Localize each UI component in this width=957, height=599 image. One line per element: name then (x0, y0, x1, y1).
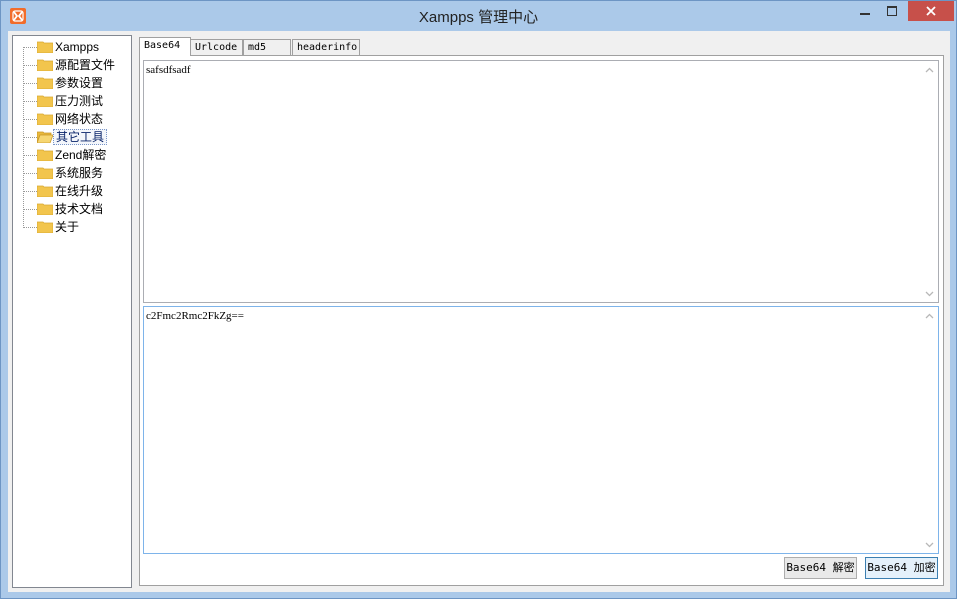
scroll-up-icon[interactable] (921, 61, 938, 78)
minimize-icon (860, 13, 870, 15)
folder-icon (37, 221, 53, 233)
tree-item-source-config[interactable]: 源配置文件 (23, 57, 131, 73)
output-textarea[interactable]: c2Fmc2Rmc2FkZg== (143, 306, 939, 554)
title-bar[interactable]: Xampps 管理中心 (1, 1, 956, 31)
tree-item-label: Zend解密 (55, 148, 107, 162)
maximize-button[interactable] (879, 1, 905, 21)
output-text: c2Fmc2Rmc2FkZg== (146, 310, 244, 322)
tree-connector (23, 137, 37, 138)
window-title: Xampps 管理中心 (418, 9, 539, 26)
tree-item-about[interactable]: 关于 (23, 219, 131, 235)
folder-open-icon (37, 131, 53, 143)
folder-icon (37, 77, 53, 89)
close-icon (926, 6, 936, 16)
tree-connector (23, 83, 37, 84)
base64-encode-button[interactable]: Base64 加密 (865, 557, 938, 579)
input-text: safsdfsadf (146, 64, 191, 76)
maximize-icon (887, 6, 897, 16)
folder-icon (37, 41, 53, 53)
tree-item-label: Xampps (55, 40, 100, 54)
tab-md5[interactable]: md5 (243, 39, 291, 55)
tree-item-label: 源配置文件 (55, 58, 116, 72)
output-scrollbar[interactable] (921, 307, 938, 553)
tree-connector (23, 209, 37, 210)
tree-item-online-upgrade[interactable]: 在线升级 (23, 183, 131, 199)
tree-item-tech-docs[interactable]: 技术文档 (23, 201, 131, 217)
folder-icon (37, 167, 53, 179)
minimize-button[interactable] (851, 1, 879, 21)
tree-item-xampps[interactable]: Xampps (23, 39, 131, 55)
close-button[interactable] (908, 1, 954, 21)
folder-icon (37, 185, 53, 197)
tree-item-other-tools[interactable]: 其它工具 (23, 129, 131, 145)
tree-connector (23, 191, 37, 192)
folder-icon (37, 149, 53, 161)
input-scrollbar[interactable] (921, 61, 938, 302)
tree-item-label: 其它工具 (53, 129, 108, 145)
folder-icon (37, 203, 53, 215)
folder-icon (37, 113, 53, 125)
tree-item-parameters[interactable]: 参数设置 (23, 75, 131, 91)
scroll-down-icon[interactable] (921, 285, 938, 302)
tree-connector (23, 173, 37, 174)
tree-connector (23, 155, 37, 156)
tree-connector (23, 65, 37, 66)
tree-item-network-status[interactable]: 网络状态 (23, 111, 131, 127)
tree-item-zend-decrypt[interactable]: Zend解密 (23, 147, 131, 163)
folder-icon (37, 95, 53, 107)
scroll-up-icon[interactable] (921, 307, 938, 324)
tree-connector (23, 119, 37, 120)
tab-base64[interactable]: Base64 (139, 37, 191, 56)
tree-item-label: 在线升级 (55, 184, 104, 198)
scroll-down-icon[interactable] (921, 536, 938, 553)
input-textarea[interactable]: safsdfsadf (143, 60, 939, 303)
tree-connector (23, 227, 37, 228)
tree-connector (23, 101, 37, 102)
tab-urlcode[interactable]: Urlcode (190, 39, 243, 55)
tree-item-label: 压力测试 (55, 94, 104, 108)
tree-item-label: 系统服务 (55, 166, 104, 180)
tab-headerinfo[interactable]: headerinfo (292, 39, 360, 55)
base64-panel: safsdfsadf c2Fmc2Rmc2FkZg== Base64 解密 Ba… (139, 55, 944, 586)
nav-tree[interactable]: Xampps 源配置文件 参数设置 压力测试 网络状态 其它工具 Zend解密 … (12, 35, 132, 588)
tree-item-label: 技术文档 (55, 202, 104, 216)
client-area: Xampps 源配置文件 参数设置 压力测试 网络状态 其它工具 Zend解密 … (8, 31, 950, 592)
tree-item-label: 关于 (55, 220, 80, 234)
app-window: Xampps 管理中心 Xampps 源配置文件 参数设置 压力测试 网络状态 … (0, 0, 957, 599)
folder-icon (37, 59, 53, 71)
tree-item-system-services[interactable]: 系统服务 (23, 165, 131, 181)
tree-connector (23, 47, 37, 48)
tree-item-stress-test[interactable]: 压力测试 (23, 93, 131, 109)
tree-item-label: 参数设置 (55, 76, 104, 90)
base64-decode-button[interactable]: Base64 解密 (784, 557, 857, 579)
tree-item-label: 网络状态 (55, 112, 104, 126)
